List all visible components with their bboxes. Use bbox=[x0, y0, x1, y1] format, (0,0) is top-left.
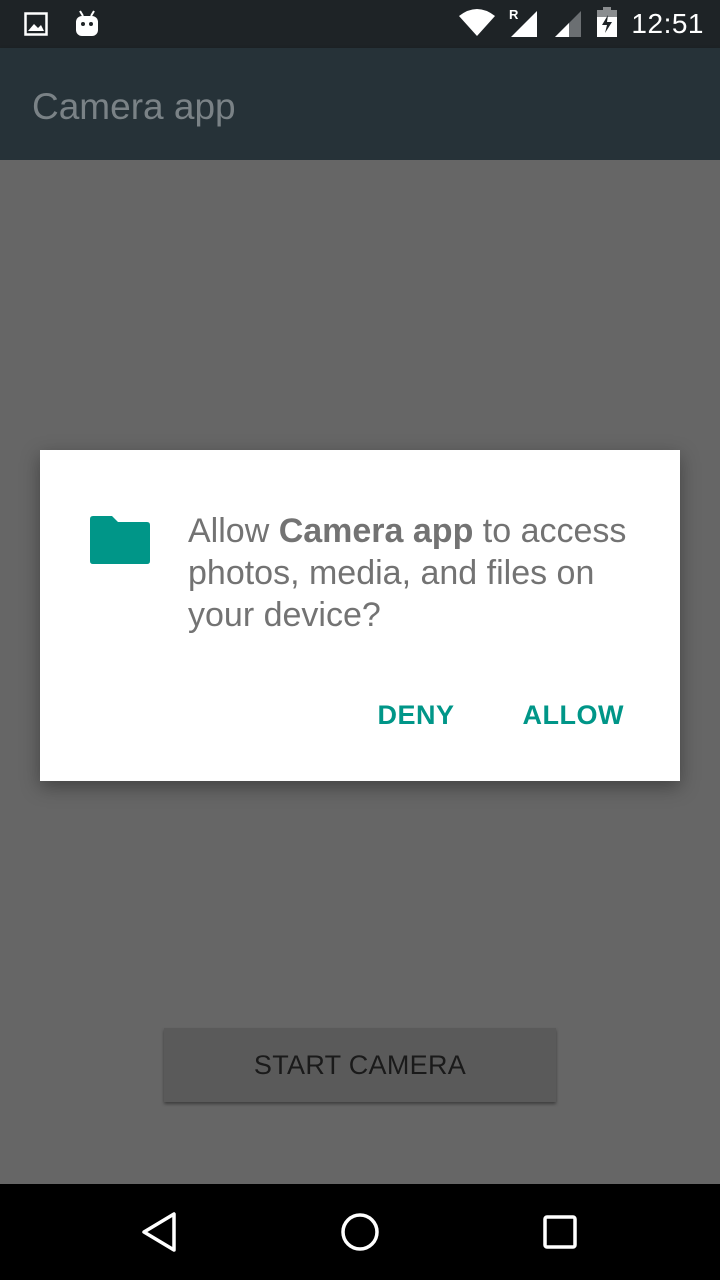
signal-roaming-icon: R bbox=[509, 7, 539, 42]
back-icon[interactable] bbox=[138, 1210, 182, 1254]
deny-button[interactable]: DENY bbox=[378, 700, 455, 731]
permission-dialog: Allow Camera app to access photos, media… bbox=[40, 450, 680, 781]
app-bar: Camera app bbox=[0, 48, 720, 160]
start-camera-button[interactable]: START CAMERA bbox=[164, 1028, 556, 1102]
app-title: Camera app bbox=[32, 86, 236, 127]
status-time: 12:51 bbox=[631, 8, 704, 39]
app-name: Camera app bbox=[278, 512, 474, 550]
navigation-bar bbox=[0, 1184, 720, 1280]
battery-charging-icon bbox=[597, 6, 618, 42]
folder-icon bbox=[90, 516, 150, 564]
signal-icon bbox=[553, 7, 583, 42]
recents-icon[interactable] bbox=[538, 1210, 582, 1254]
svg-text:R: R bbox=[509, 7, 519, 22]
allow-button[interactable]: ALLOW bbox=[523, 700, 624, 731]
dialog-actions: DENY ALLOW bbox=[378, 700, 625, 731]
image-notification-icon bbox=[24, 12, 48, 41]
status-system-icons: R 12:51 bbox=[459, 0, 704, 48]
wifi-icon bbox=[459, 8, 496, 41]
permission-message: Allow Camera app to access photos, media… bbox=[188, 510, 648, 636]
status-notifications bbox=[24, 10, 100, 43]
status-bar: R 12:51 bbox=[0, 0, 720, 48]
message-prefix: Allow bbox=[188, 512, 279, 550]
android-notification-icon bbox=[74, 10, 100, 43]
home-icon[interactable] bbox=[338, 1210, 382, 1254]
